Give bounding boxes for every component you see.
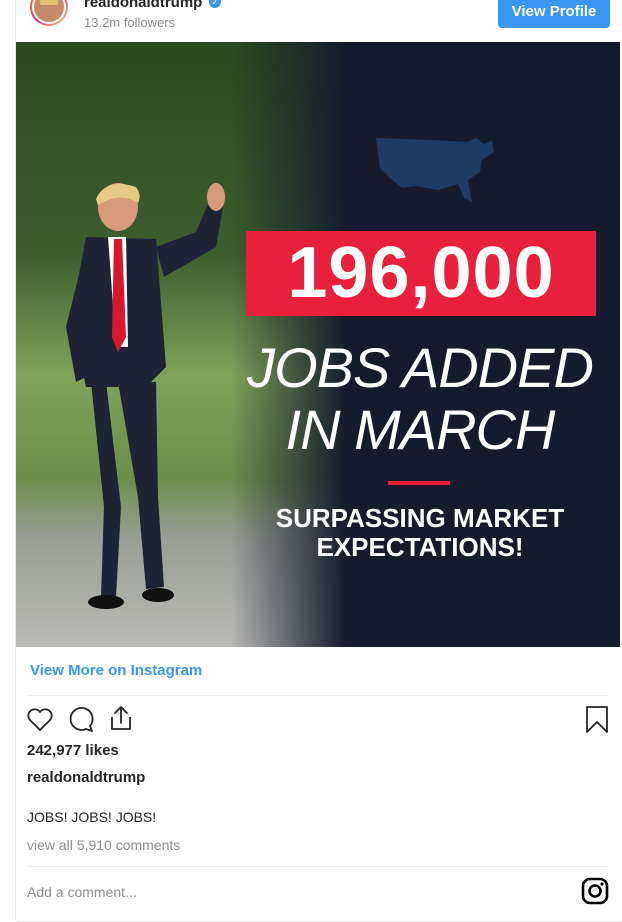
instagram-icon[interactable] <box>581 877 609 905</box>
subhead-line-2: EXPECTATIONS! <box>316 532 524 562</box>
divider <box>28 695 608 696</box>
follower-count: 13.2m followers <box>84 15 176 30</box>
headline-line-2: IN MARCH <box>285 398 556 461</box>
heart-icon[interactable] <box>25 704 55 734</box>
caption: JOBS! JOBS! JOBS! <box>27 809 157 825</box>
share-icon[interactable] <box>106 703 136 733</box>
view-more-link[interactable]: View More on Instagram <box>30 662 202 679</box>
comment-input[interactable] <box>27 880 547 904</box>
headline-number: 196,000 <box>246 231 596 316</box>
headline-line-1: JOBS ADDED <box>247 336 594 399</box>
comment-icon[interactable] <box>66 704 96 734</box>
usa-map-icon <box>376 138 494 202</box>
view-profile-button[interactable]: View Profile <box>498 0 610 28</box>
walking-man-figure <box>66 183 225 609</box>
subhead: SURPASSING MARKET EXPECTATIONS! <box>240 504 600 562</box>
red-divider <box>388 481 450 485</box>
divider <box>28 866 608 867</box>
bookmark-icon[interactable] <box>582 704 612 734</box>
avatar-photo <box>32 0 66 24</box>
view-comments-link[interactable]: view all 5,910 comments <box>27 837 180 853</box>
username[interactable]: realdonaldtrump <box>84 0 202 11</box>
owner-username[interactable]: realdonaldtrump <box>27 769 145 786</box>
subhead-line-1: SURPASSING MARKET <box>275 503 565 533</box>
like-count: 242,977 likes <box>27 742 119 759</box>
